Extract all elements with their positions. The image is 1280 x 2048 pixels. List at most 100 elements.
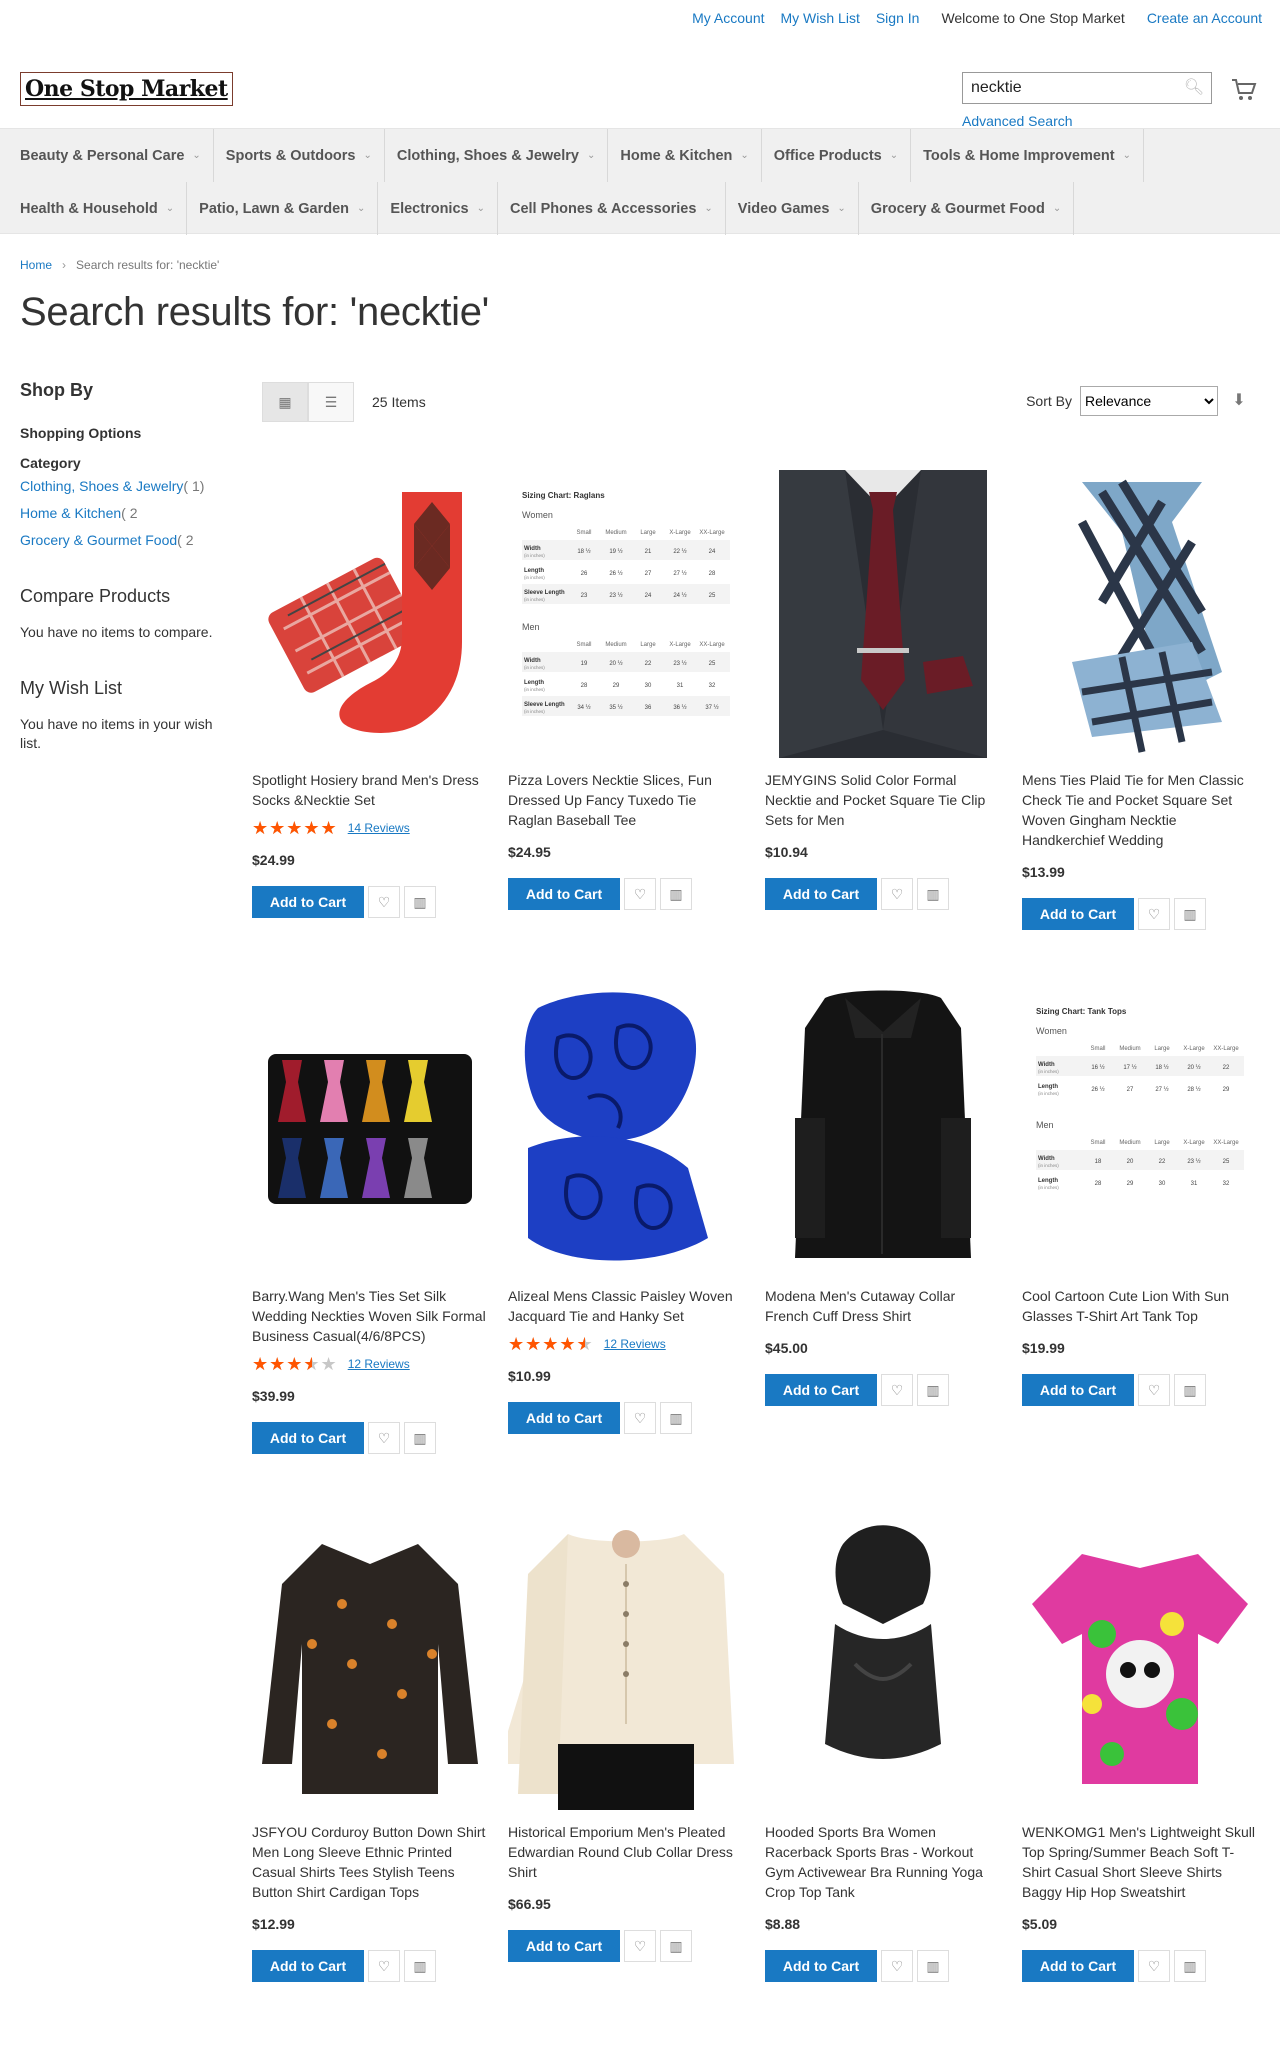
- list-view-icon[interactable]: ☰: [308, 382, 354, 422]
- compare-bar-chart-icon[interactable]: ▥: [1174, 1374, 1206, 1406]
- nav-item-patio[interactable]: Patio, Lawn & Garden ⌄: [187, 182, 379, 235]
- wishlist-heart-icon[interactable]: ♡: [1138, 898, 1170, 930]
- nav-item-cell-phones[interactable]: Cell Phones & Accessories ⌄: [498, 182, 726, 235]
- wishlist-heart-icon[interactable]: ♡: [881, 878, 913, 910]
- wishlist-heart-icon[interactable]: ♡: [368, 886, 400, 918]
- logo[interactable]: One Stop Market: [20, 72, 233, 106]
- wishlist-heart-icon[interactable]: ♡: [1138, 1950, 1170, 1982]
- product-name-link[interactable]: Alizeal Mens Classic Paisley Woven Jacqu…: [508, 1286, 744, 1326]
- filter-count: ( 1): [183, 478, 205, 494]
- compare-bar-chart-icon[interactable]: ▥: [917, 878, 949, 910]
- sign-in-link[interactable]: Sign In: [876, 10, 920, 26]
- search-input[interactable]: [963, 74, 1173, 102]
- add-to-cart-button[interactable]: Add to Cart: [508, 1930, 620, 1962]
- nav-item-beauty[interactable]: Beauty & Personal Care ⌄: [8, 129, 214, 182]
- product-image-edwardian-shirt[interactable]: [508, 1514, 744, 1810]
- size-chart-cell: 24 ½: [673, 592, 686, 599]
- product-image-skull-shirt[interactable]: [1022, 1514, 1258, 1810]
- grid-view-icon[interactable]: ▦: [262, 382, 308, 422]
- compare-bar-chart-icon[interactable]: ▥: [404, 1950, 436, 1982]
- product-name-link[interactable]: Modena Men's Cutaway Collar French Cuff …: [765, 1286, 1001, 1326]
- product-image-paisley-tie[interactable]: [508, 978, 744, 1274]
- size-chart-row: [522, 540, 730, 560]
- add-to-cart-button[interactable]: Add to Cart: [1022, 1950, 1134, 1982]
- wishlist-heart-icon[interactable]: ♡: [368, 1950, 400, 1982]
- compare-bar-chart-icon[interactable]: ▥: [917, 1374, 949, 1406]
- add-to-cart-button[interactable]: Add to Cart: [252, 1950, 364, 1982]
- nav-item-home-kitchen[interactable]: Home & Kitchen ⌄: [608, 129, 762, 182]
- item-count: 25 Items: [372, 394, 426, 410]
- add-to-cart-button[interactable]: Add to Cart: [1022, 1374, 1134, 1406]
- size-chart-cell: 25: [1223, 1159, 1230, 1165]
- product-name-link[interactable]: JSFYOU Corduroy Button Down Shirt Men Lo…: [252, 1822, 488, 1902]
- advanced-search-link[interactable]: Advanced Search: [962, 113, 1073, 129]
- reviews-link[interactable]: 12 Reviews: [348, 1357, 410, 1371]
- product-image-printed-shirt[interactable]: [252, 1514, 488, 1810]
- filter-link[interactable]: Home & Kitchen: [20, 505, 121, 521]
- nav-item-health[interactable]: Health & Household ⌄: [8, 182, 188, 235]
- compare-bar-chart-icon[interactable]: ▥: [660, 1402, 692, 1434]
- product-name-link[interactable]: Historical Emporium Men's Pleated Edward…: [508, 1822, 744, 1882]
- cart-icon[interactable]: [1228, 78, 1260, 110]
- nav-item-office[interactable]: Office Products ⌄: [762, 129, 912, 182]
- wishlist-heart-icon[interactable]: ♡: [881, 1374, 913, 1406]
- create-account-link[interactable]: Create an Account: [1147, 10, 1262, 26]
- my-wish-list-link[interactable]: My Wish List: [781, 10, 860, 26]
- filter-link[interactable]: Grocery & Gourmet Food: [20, 532, 177, 548]
- wishlist-heart-icon[interactable]: ♡: [624, 1930, 656, 1962]
- compare-bar-chart-icon[interactable]: ▥: [404, 886, 436, 918]
- wishlist-heart-icon[interactable]: ♡: [624, 1402, 656, 1434]
- reviews-link[interactable]: 12 Reviews: [604, 1337, 666, 1351]
- nav-item-clothing[interactable]: Clothing, Shoes & Jewelry ⌄: [385, 129, 609, 182]
- product-name-link[interactable]: Mens Ties Plaid Tie for Men Classic Chec…: [1022, 770, 1258, 850]
- add-to-cart-button[interactable]: Add to Cart: [765, 1374, 877, 1406]
- product-name-link[interactable]: Pizza Lovers Necktie Slices, Fun Dressed…: [508, 770, 744, 830]
- sort-select[interactable]: Relevance: [1080, 386, 1218, 416]
- compare-bar-chart-icon[interactable]: ▥: [1174, 1950, 1206, 1982]
- compare-bar-chart-icon[interactable]: ▥: [1174, 898, 1206, 930]
- size-chart-group-label: Men: [1036, 1120, 1054, 1130]
- product-image-sizing-chart[interactable]: Sizing Chart: Raglans Women Small Medium Lar…: [508, 462, 744, 758]
- product-name-link[interactable]: Cool Cartoon Cute Lion With Sun Glasses …: [1022, 1286, 1258, 1326]
- add-to-cart-button[interactable]: Add to Cart: [765, 878, 877, 910]
- filter-link[interactable]: Clothing, Shoes & Jewelry: [20, 478, 183, 494]
- my-account-link[interactable]: My Account: [692, 10, 764, 26]
- add-to-cart-button[interactable]: Add to Cart: [252, 1422, 364, 1454]
- nav-item-grocery[interactable]: Grocery & Gourmet Food ⌄: [859, 182, 1075, 235]
- product-image-ties-set[interactable]: [252, 978, 488, 1274]
- compare-bar-chart-icon[interactable]: ▥: [917, 1950, 949, 1982]
- size-chart-cell: 34 ½: [577, 704, 590, 711]
- add-to-cart-button[interactable]: Add to Cart: [508, 1402, 620, 1434]
- product-name-link[interactable]: JEMYGINS Solid Color Formal Necktie and …: [765, 770, 1001, 830]
- product-name-link[interactable]: WENKOMG1 Men's Lightweight Skull Top Spr…: [1022, 1822, 1258, 1902]
- product-image-hooded-sports-bra[interactable]: [765, 1514, 1001, 1810]
- nav-item-sports[interactable]: Sports & Outdoors ⌄: [214, 129, 385, 182]
- wishlist-heart-icon[interactable]: ♡: [881, 1950, 913, 1982]
- product-image-tank-sizing-chart[interactable]: Sizing Chart: Tank Tops Women Small Medium L…: [1022, 978, 1258, 1274]
- product-image-socks-tie[interactable]: [252, 462, 488, 758]
- nav-item-electronics[interactable]: Electronics ⌄: [378, 182, 498, 235]
- compare-bar-chart-icon[interactable]: ▥: [660, 1930, 692, 1962]
- reviews-link[interactable]: 14 Reviews: [348, 821, 410, 835]
- nav-item-video-games[interactable]: Video Games ⌄: [726, 182, 859, 235]
- size-chart-cell: 20 ½: [1187, 1064, 1200, 1071]
- add-to-cart-button[interactable]: Add to Cart: [1022, 898, 1134, 930]
- product-image-black-dress-shirt[interactable]: [765, 978, 1001, 1274]
- product-name-link[interactable]: Hooded Sports Bra Women Racerback Sports…: [765, 1822, 1001, 1902]
- compare-bar-chart-icon[interactable]: ▥: [404, 1422, 436, 1454]
- product-image-burgundy-tie-suit[interactable]: [765, 462, 1001, 758]
- wishlist-heart-icon[interactable]: ♡: [1138, 1374, 1170, 1406]
- wishlist-heart-icon[interactable]: ♡: [624, 878, 656, 910]
- breadcrumb-home-link[interactable]: Home: [20, 258, 52, 272]
- product-name-link[interactable]: Barry.Wang Men's Ties Set Silk Wedding N…: [252, 1286, 488, 1346]
- add-to-cart-button[interactable]: Add to Cart: [508, 878, 620, 910]
- wishlist-heart-icon[interactable]: ♡: [368, 1422, 400, 1454]
- product-image-plaid-tie[interactable]: [1022, 462, 1258, 758]
- sort-direction-icon[interactable]: ⬇: [1226, 386, 1252, 416]
- add-to-cart-button[interactable]: Add to Cart: [252, 886, 364, 918]
- add-to-cart-button[interactable]: Add to Cart: [765, 1950, 877, 1982]
- product-name-link[interactable]: Spotlight Hosiery brand Men's Dress Sock…: [252, 770, 488, 810]
- compare-bar-chart-icon[interactable]: ▥: [660, 878, 692, 910]
- nav-item-tools[interactable]: Tools & Home Improvement ⌄: [911, 129, 1144, 182]
- search-icon[interactable]: 🔍︎: [1183, 77, 1205, 99]
